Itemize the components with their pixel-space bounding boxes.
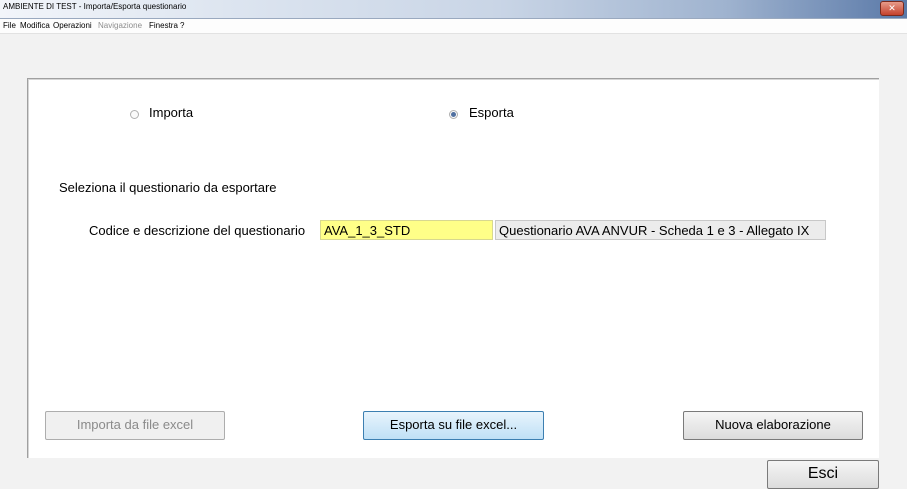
menu-navigazione[interactable]: Navigazione [98, 21, 142, 30]
nuova-elaborazione-button[interactable]: Nuova elaborazione [683, 411, 863, 440]
esporta-excel-button[interactable]: Esporta su file excel... [363, 411, 544, 440]
esci-button[interactable]: Esci [767, 460, 879, 489]
importa-excel-button[interactable]: Importa da file excel [45, 411, 225, 440]
radio-esporta-label[interactable]: Esporta [469, 105, 514, 120]
title-bar: AMBIENTE DI TEST - Importa/Esporta quest… [0, 0, 907, 19]
radio-importa-label[interactable]: Importa [149, 105, 193, 120]
selection-heading: Seleziona il questionario da esportare [59, 180, 277, 195]
menu-modifica[interactable]: Modifica [20, 21, 50, 30]
menu-help[interactable]: ? [180, 21, 184, 30]
main-panel: Importa Esporta Seleziona il questionari… [27, 78, 879, 458]
menu-bar: File Modifica Operazioni Navigazione Fin… [0, 19, 907, 34]
questionnaire-code-field[interactable]: AVA_1_3_STD [320, 220, 493, 240]
menu-finestra[interactable]: Finestra [149, 21, 178, 30]
radio-esporta[interactable] [449, 110, 458, 119]
menu-operazioni[interactable]: Operazioni [53, 21, 92, 30]
menu-file[interactable]: File [3, 21, 16, 30]
questionnaire-field-label: Codice e descrizione del questionario [89, 223, 306, 238]
close-icon[interactable]: ✕ [880, 1, 904, 16]
window-title: AMBIENTE DI TEST - Importa/Esporta quest… [3, 2, 187, 11]
radio-importa[interactable] [130, 110, 139, 119]
questionnaire-description-field: Questionario AVA ANVUR - Scheda 1 e 3 - … [495, 220, 826, 240]
